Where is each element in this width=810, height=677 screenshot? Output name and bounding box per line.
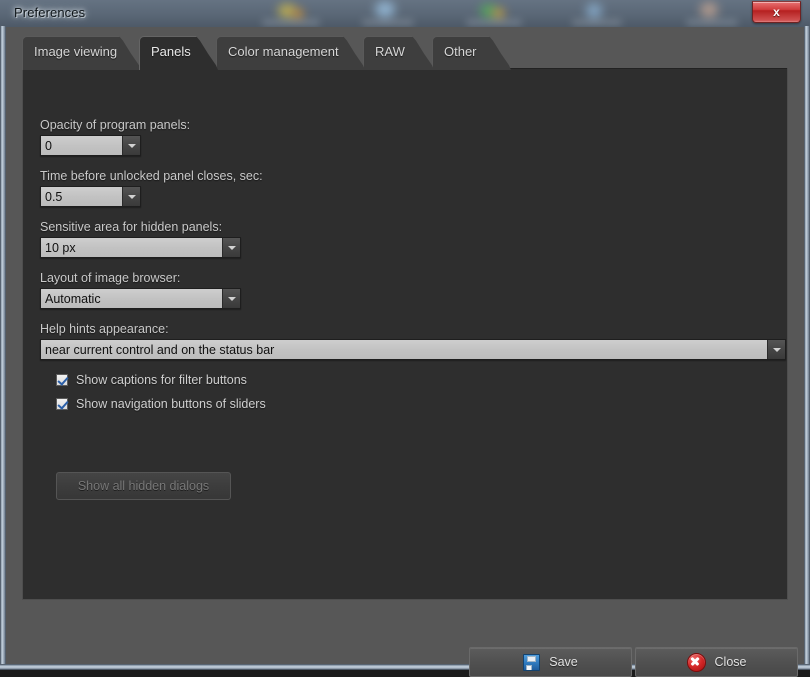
window-close-button[interactable]: x bbox=[752, 1, 801, 23]
tab-color-management[interactable]: Color management bbox=[216, 36, 364, 69]
tab-label: RAW bbox=[375, 44, 405, 59]
tab-label: Panels bbox=[151, 44, 191, 59]
title-bar: Preferences x bbox=[0, 0, 810, 27]
combo-value: Automatic bbox=[41, 289, 222, 308]
tab-label: Image viewing bbox=[34, 44, 118, 59]
desktop-blur-artifact bbox=[686, 20, 738, 25]
checkmark-icon bbox=[56, 374, 68, 386]
window-close-icon: x bbox=[773, 5, 780, 19]
chevron-down-icon[interactable] bbox=[767, 340, 785, 359]
chevron-down-icon[interactable] bbox=[222, 289, 240, 308]
combo-help-hints-appearance[interactable]: near current control and on the status b… bbox=[40, 339, 786, 360]
desktop-blur-artifact bbox=[262, 20, 320, 25]
checkbox-show-navigation-buttons-of-sliders[interactable]: Show navigation buttons of sliders bbox=[56, 397, 266, 411]
tab-bar: Image viewing Panels Color management RA… bbox=[22, 36, 788, 69]
checkbox-show-captions-for-filter-buttons[interactable]: Show captions for filter buttons bbox=[56, 373, 247, 387]
preferences-window: Preferences x Image viewing Panels Color… bbox=[0, 0, 810, 677]
label-time-before-unlocked-panel-closes: Time before unlocked panel closes, sec: bbox=[40, 169, 263, 183]
desktop-blur-artifact bbox=[375, 1, 395, 18]
save-button-label: Save bbox=[549, 655, 578, 669]
chevron-down-icon[interactable] bbox=[222, 238, 240, 257]
desktop-blur-artifact bbox=[700, 2, 718, 18]
combo-opacity-of-program-panels[interactable]: 0 bbox=[40, 135, 141, 156]
combo-sensitive-area-for-hidden-panels[interactable]: 10 px bbox=[40, 237, 241, 258]
show-all-hidden-dialogs-button[interactable]: Show all hidden dialogs bbox=[56, 472, 231, 500]
checkbox-label: Show navigation buttons of sliders bbox=[76, 397, 266, 411]
checkmark-icon bbox=[56, 398, 68, 410]
desktop-blur-artifact bbox=[572, 20, 622, 25]
combo-value: 10 px bbox=[41, 238, 222, 257]
desktop-blur-artifact bbox=[586, 3, 602, 19]
label-sensitive-area-for-hidden-panels: Sensitive area for hidden panels: bbox=[40, 220, 223, 234]
tab-label: Other bbox=[444, 44, 477, 59]
red-x-circle-icon bbox=[686, 652, 706, 672]
tab-image-viewing[interactable]: Image viewing bbox=[22, 36, 140, 69]
dialog-surface: Image viewing Panels Color management RA… bbox=[6, 27, 804, 677]
tab-raw[interactable]: RAW bbox=[363, 36, 433, 69]
chevron-down-icon[interactable] bbox=[122, 136, 140, 155]
label-layout-of-image-browser: Layout of image browser: bbox=[40, 271, 181, 285]
tab-panels[interactable]: Panels bbox=[139, 36, 217, 69]
close-button[interactable]: Close bbox=[635, 647, 798, 677]
close-button-label: Close bbox=[714, 655, 747, 669]
window-title: Preferences bbox=[14, 5, 86, 20]
label-help-hints-appearance: Help hints appearance: bbox=[40, 322, 169, 336]
desktop-blur-artifact bbox=[292, 9, 304, 19]
desktop-blur-artifact bbox=[466, 20, 522, 25]
checkbox-label: Show captions for filter buttons bbox=[76, 373, 247, 387]
save-button[interactable]: Save bbox=[469, 647, 632, 677]
tab-other[interactable]: Other bbox=[432, 36, 510, 69]
window-frame-right bbox=[804, 26, 810, 670]
tab-label: Color management bbox=[228, 44, 339, 59]
combo-value: 0 bbox=[41, 136, 122, 155]
panels-settings-panel: Opacity of program panels: 0 Time before… bbox=[22, 68, 788, 600]
chevron-down-icon[interactable] bbox=[122, 187, 140, 206]
dialog-body: Image viewing Panels Color management RA… bbox=[6, 27, 804, 677]
combo-layout-of-image-browser[interactable]: Automatic bbox=[40, 288, 241, 309]
floppy-disk-icon bbox=[523, 653, 541, 671]
combo-value: 0.5 bbox=[41, 187, 122, 206]
combo-time-before-unlocked-panel-closes[interactable]: 0.5 bbox=[40, 186, 141, 207]
label-opacity-of-program-panels: Opacity of program panels: bbox=[40, 118, 191, 132]
combo-value: near current control and on the status b… bbox=[41, 340, 767, 359]
desktop-blur-artifact bbox=[492, 8, 505, 19]
desktop-blur-artifact bbox=[362, 20, 414, 25]
